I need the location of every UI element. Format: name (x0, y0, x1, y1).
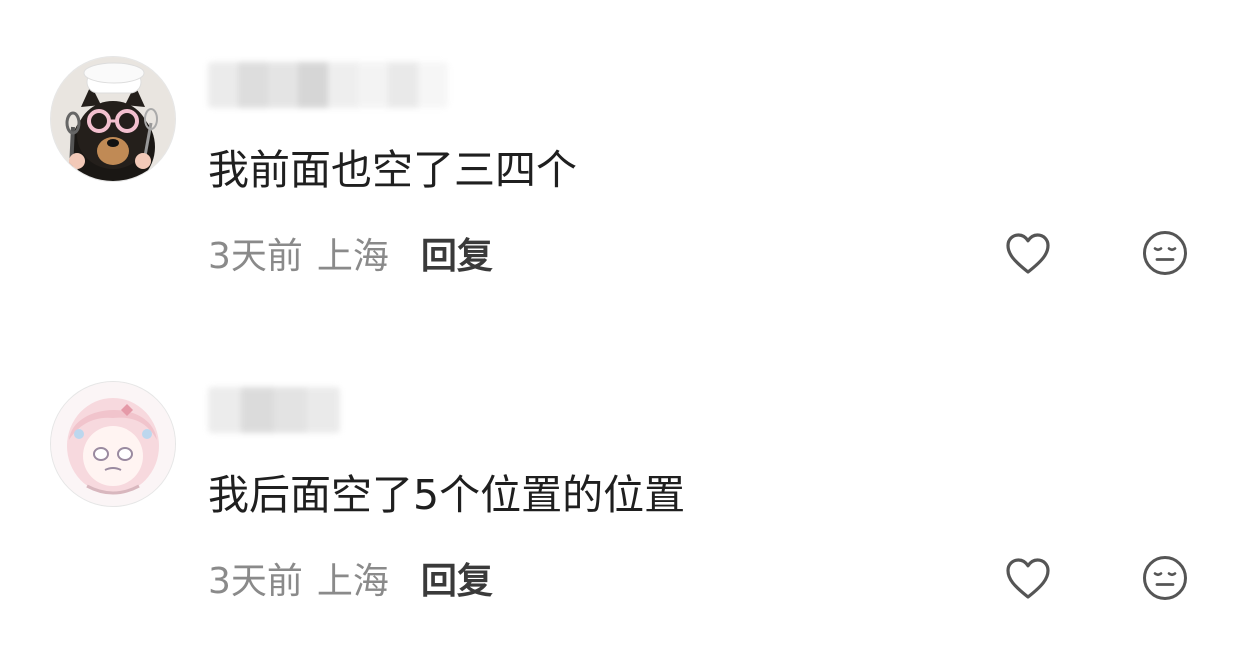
obscured-block (388, 62, 418, 108)
obscured-block (208, 387, 241, 433)
like-button[interactable] (1004, 230, 1052, 278)
heart-outline-icon (1006, 558, 1050, 599)
like-button[interactable] (1004, 555, 1052, 603)
chef-dog-avatar-icon (51, 57, 175, 181)
avatar[interactable] (50, 56, 176, 182)
dislike-button[interactable] (1142, 555, 1188, 601)
username-obscured[interactable] (208, 62, 448, 108)
comment-item: 我前面也空了三四个 3天前 上海 回复 (0, 0, 1260, 300)
anime-girl-avatar-icon (51, 382, 175, 506)
comment-meta: 3天前 上海 回复 (208, 228, 493, 278)
comment-text: 我前面也空了三四个 (208, 146, 577, 194)
obscured-block (328, 62, 358, 108)
obscured-block (238, 62, 268, 108)
obscured-block (241, 387, 274, 433)
obscured-block (274, 387, 307, 433)
comment-text: 我后面空了5个位置的位置 (208, 471, 686, 519)
dislike-button[interactable] (1142, 230, 1188, 276)
comment-location: 上海 (316, 236, 389, 277)
obscured-block (418, 62, 448, 108)
neutral-face-icon (1143, 556, 1187, 600)
obscured-block (358, 62, 388, 108)
comment-time: 3天前 (208, 561, 303, 602)
username-obscured[interactable] (208, 387, 340, 433)
neutral-face-icon (1143, 231, 1187, 275)
heart-outline-icon (1006, 233, 1050, 274)
reply-button[interactable]: 回复 (421, 227, 493, 279)
obscured-block (268, 62, 298, 108)
obscured-block (208, 62, 238, 108)
obscured-block (298, 62, 328, 108)
comment-item: 我后面空了5个位置的位置 3天前 上海 回复 (0, 325, 1260, 625)
comment-meta: 3天前 上海 回复 (208, 553, 493, 603)
reply-button[interactable]: 回复 (421, 552, 493, 604)
comment-time: 3天前 (208, 236, 303, 277)
obscured-block (307, 387, 340, 433)
comment-location: 上海 (316, 561, 389, 602)
avatar[interactable] (50, 381, 176, 507)
